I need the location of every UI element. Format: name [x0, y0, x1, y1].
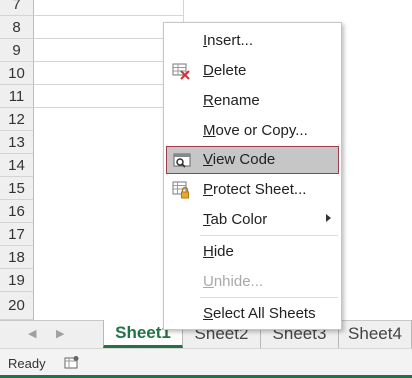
menu-item-move-copy[interactable]: Move or Copy... [166, 117, 339, 145]
grid-line [34, 107, 184, 108]
view-code-icon [173, 153, 191, 168]
tab-sheet4[interactable]: Sheet4 [339, 320, 412, 348]
menu-item-insert[interactable]: Insert... [166, 27, 339, 55]
row-number: 7 [12, 0, 21, 13]
row-number: 10 [8, 64, 25, 82]
menu-item-label: Insert... [203, 32, 254, 49]
grid-line [34, 15, 184, 16]
menu-item-label: View Code [203, 151, 276, 168]
menu-item-unhide: Unhide... [166, 268, 339, 296]
menu-item-label: Hide [203, 243, 234, 260]
menu-item-label: Tab Color [203, 211, 268, 228]
menu-item-select-all-sheets[interactable]: Select All Sheets [166, 300, 339, 328]
sheet-context-menu: Insert... Delete Rename Move or Copy... … [163, 22, 342, 330]
status-text: Ready [8, 356, 46, 371]
menu-item-label: Unhide... [203, 273, 264, 290]
menu-item-tab-color[interactable]: Tab Color [166, 206, 339, 234]
scroll-tabs-right-icon[interactable]: ▶ [56, 327, 64, 340]
row-header-7[interactable]: 7 [0, 0, 34, 16]
row-header-16[interactable]: 16 [0, 200, 34, 223]
grid-line [34, 84, 184, 85]
menu-item-label: Select All Sheets [203, 305, 316, 322]
row-number: 12 [8, 110, 25, 128]
menu-item-view-code[interactable]: View Code [166, 146, 339, 174]
row-header-13[interactable]: 13 [0, 131, 34, 154]
row-header-19[interactable]: 19 [0, 269, 34, 292]
row-number: 18 [8, 248, 25, 266]
row-header-9[interactable]: 9 [0, 39, 34, 62]
row-header-18[interactable]: 18 [0, 246, 34, 269]
menu-item-hide[interactable]: Hide [166, 238, 339, 266]
row-header-8[interactable]: 8 [0, 16, 34, 39]
row-number: 17 [8, 225, 25, 243]
row-header-14[interactable]: 14 [0, 154, 34, 177]
row-number: 16 [8, 202, 25, 220]
row-header-10[interactable]: 10 [0, 62, 34, 85]
row-header-20[interactable]: 20 [0, 292, 34, 320]
menu-separator [200, 235, 338, 236]
row-number: 14 [8, 156, 25, 174]
row-number: 19 [8, 271, 25, 289]
menu-item-label: Protect Sheet... [203, 181, 307, 198]
menu-item-label: Rename [203, 92, 260, 109]
menu-item-rename[interactable]: Rename [166, 87, 339, 115]
menu-item-protect-sheet[interactable]: Protect Sheet... [166, 176, 339, 204]
row-number: 9 [12, 41, 21, 59]
row-header-17[interactable]: 17 [0, 223, 34, 246]
submenu-arrow-icon [326, 214, 331, 222]
scroll-tabs-left-icon[interactable]: ◀ [28, 327, 36, 340]
delete-sheet-icon [172, 63, 190, 80]
grid-line [34, 38, 184, 39]
row-header-15[interactable]: 15 [0, 177, 34, 200]
menu-item-delete[interactable]: Delete [166, 57, 339, 85]
menu-separator [200, 297, 338, 298]
row-number: 11 [8, 87, 25, 105]
status-bar: Ready [0, 348, 412, 378]
row-number: 8 [12, 18, 21, 36]
menu-item-label: Delete [203, 62, 247, 79]
row-number: 20 [8, 297, 25, 314]
protect-sheet-icon [172, 181, 189, 199]
row-header-12[interactable]: 12 [0, 108, 34, 131]
menu-item-label: Move or Copy... [203, 122, 308, 139]
row-number: 13 [8, 133, 25, 151]
row-number: 15 [8, 179, 25, 197]
row-header-11[interactable]: 11 [0, 85, 34, 108]
macro-record-icon[interactable] [64, 355, 80, 371]
grid-line [34, 61, 184, 62]
